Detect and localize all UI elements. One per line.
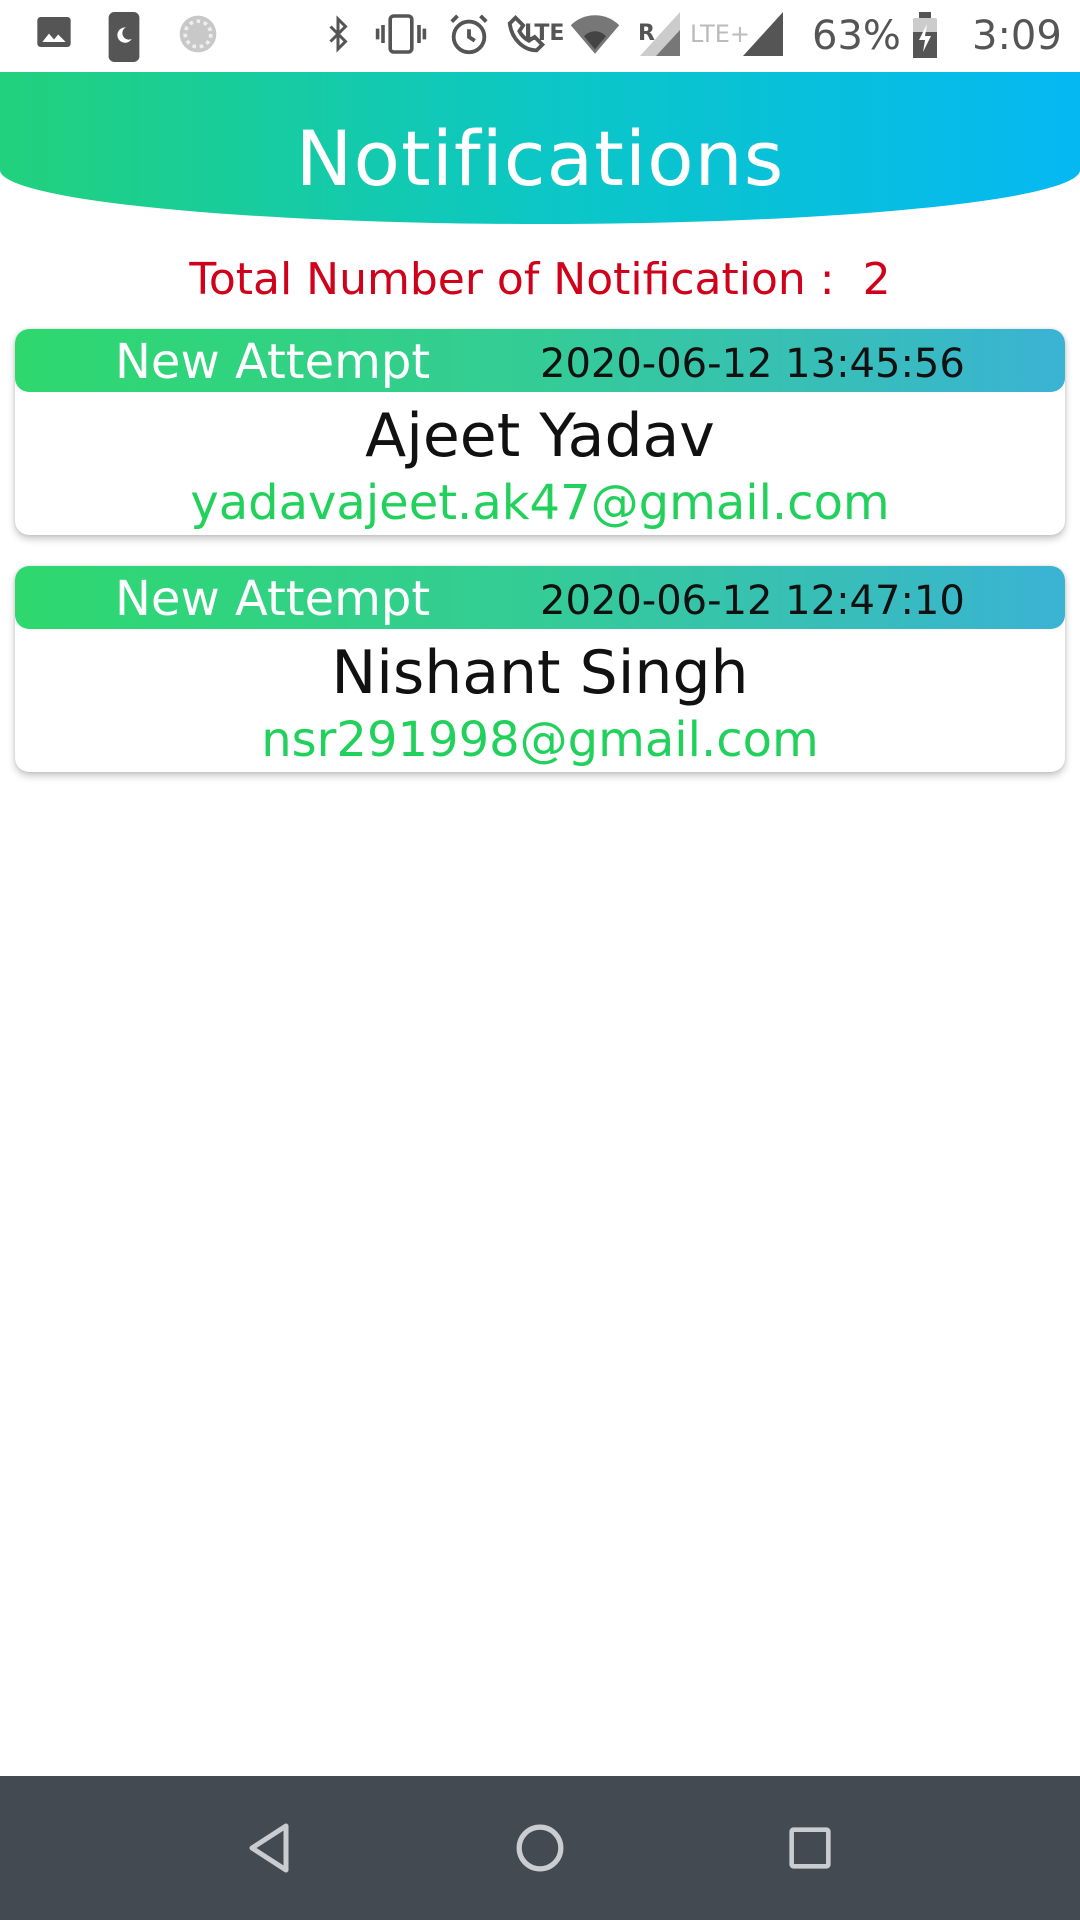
signal-lte-plus-icon [742,12,784,56]
notification-type: New Attempt [115,571,431,627]
alarm-icon [446,12,492,58]
bluetooth-icon [320,12,356,56]
lte-plus-label: LTE+ [690,20,750,48]
notification-type: New Attempt [115,334,431,390]
battery-charging-icon [910,12,940,60]
notification-card-header: New Attempt 2020-06-12 12:47:10 [15,566,1065,629]
signal-roaming-icon [640,12,680,56]
notification-count-value: 2 [862,254,891,305]
moon-icon [108,12,140,62]
back-icon[interactable] [238,1816,302,1880]
clock: 3:09 [972,13,1062,59]
notification-card-header: New Attempt 2020-06-12 13:45:56 [15,329,1065,392]
notification-timestamp: 2020-06-12 12:47:10 [540,578,965,624]
battery-percent: 63% [812,13,901,59]
notification-user-name: Nishant Singh [331,638,749,708]
notification-count: Total Number of Notification : 2 [0,254,1080,305]
header: Notifications [0,72,1080,224]
status-bar: LTE R LTE+ 63% 3:09 [0,0,1080,72]
wifi-icon [568,12,622,56]
notification-user-email: nsr291998@gmail.com [261,712,819,768]
loading-icon [176,12,220,56]
notification-user-name: Ajeet Yadav [365,401,715,471]
image-icon [34,12,74,52]
recents-icon[interactable] [778,1816,842,1880]
notification-card[interactable]: New Attempt 2020-06-12 13:45:56 Ajeet Ya… [15,329,1065,535]
notification-timestamp: 2020-06-12 13:45:56 [540,341,965,387]
lte-label: LTE [524,21,565,46]
notification-count-label: Total Number of Notification : [189,254,835,305]
page-title: Notifications [295,114,785,203]
home-icon[interactable] [508,1816,572,1880]
system-nav-bar [0,1776,1080,1920]
vibrate-icon [374,12,428,56]
notification-user-email: yadavajeet.ak47@gmail.com [190,475,890,531]
notification-card[interactable]: New Attempt 2020-06-12 12:47:10 Nishant … [15,566,1065,772]
